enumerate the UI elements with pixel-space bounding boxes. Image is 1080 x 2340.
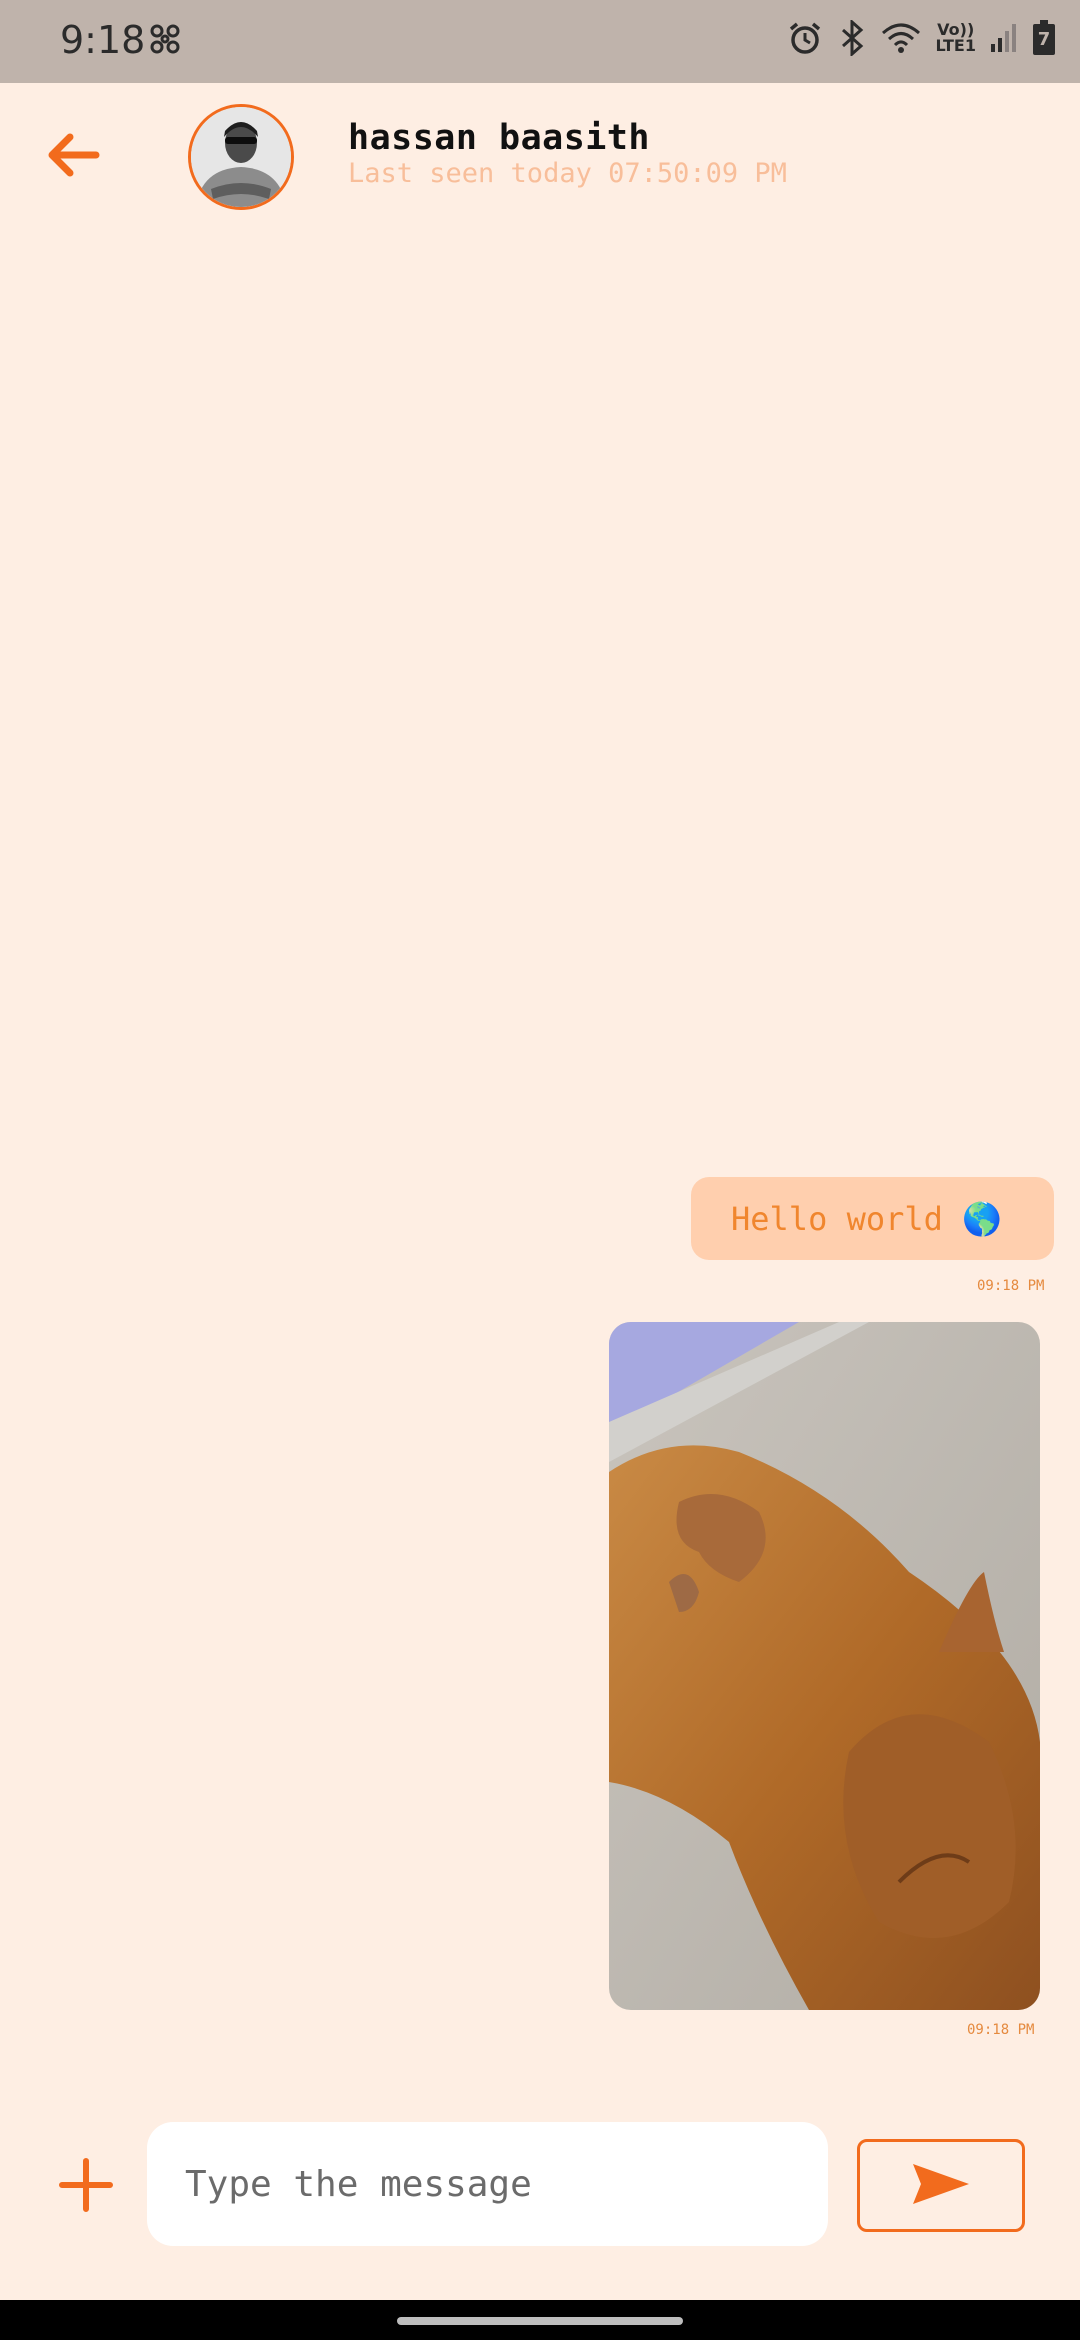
fan-icon xyxy=(148,22,182,60)
plus-icon xyxy=(56,2158,116,2219)
battery-icon: 7 xyxy=(1032,20,1056,56)
message-input[interactable] xyxy=(147,2122,828,2246)
status-bar: 9:18 Vo)) LTE1 7 xyxy=(0,0,1080,83)
arrow-left-icon xyxy=(40,133,104,193)
home-handle[interactable] xyxy=(397,2317,683,2325)
message-timestamp: 09:18 PM xyxy=(977,1278,1045,1294)
contact-name[interactable]: hassan baasith xyxy=(348,118,650,158)
alarm-icon xyxy=(787,20,823,56)
message-timestamp: 09:18 PM xyxy=(967,2022,1035,2038)
back-button[interactable] xyxy=(40,125,104,189)
message-bubble[interactable]: Hello world 🌎 xyxy=(691,1177,1054,1260)
last-seen-status: Last seen today 07:50:09 PM xyxy=(348,158,787,189)
battery-level: 7 xyxy=(1037,29,1051,50)
status-icons: Vo)) LTE1 7 xyxy=(787,20,1056,56)
avatar[interactable] xyxy=(188,104,294,210)
bluetooth-icon xyxy=(837,20,867,56)
image-message[interactable] xyxy=(609,1322,1040,2010)
wifi-icon xyxy=(881,21,921,55)
send-button[interactable] xyxy=(857,2139,1025,2232)
signal-icon xyxy=(990,22,1018,54)
attach-button[interactable] xyxy=(56,2155,116,2215)
send-icon xyxy=(911,2162,971,2210)
network-type-label: Vo)) LTE1 xyxy=(935,20,976,55)
message-text: Hello world 🌎 xyxy=(731,1199,1003,1238)
status-time: 9:18 xyxy=(60,18,146,62)
